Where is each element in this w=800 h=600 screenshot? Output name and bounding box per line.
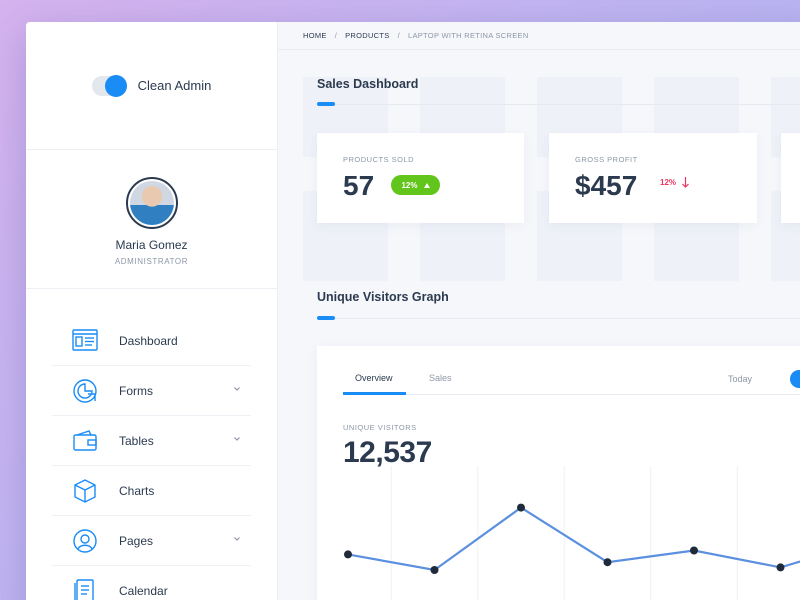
chart-series-line <box>347 506 800 572</box>
visitors-graph-card: Overview Sales Today UNIQUE VISITORS 12,… <box>317 346 800 600</box>
breadcrumb-separator: / <box>334 31 338 40</box>
calendar-icon <box>74 579 94 600</box>
chevron-down-icon[interactable] <box>233 385 241 393</box>
sidebar-item-label: Forms <box>119 383 153 398</box>
section-accent <box>317 316 335 320</box>
breadcrumb-current: LAPTOP WITH RETINA SCREEN <box>407 31 529 40</box>
range-label[interactable]: Today <box>728 374 752 384</box>
user-role: ADMINISTRATOR <box>114 257 189 266</box>
metric-value: 12,537 <box>343 436 432 469</box>
metric-label: UNIQUE VISITORS <box>343 423 417 432</box>
breadcrumb-separator: / <box>397 31 400 40</box>
sidebar-item-forms[interactable]: Forms <box>52 366 251 416</box>
sidebar: Clean Admin Maria Gomez ADMINISTRATOR Da… <box>26 22 278 600</box>
avatar[interactable] <box>125 177 178 229</box>
user-name: Maria Gomez <box>115 238 188 252</box>
change-value: 12% <box>401 180 418 190</box>
sidebar-item-tables[interactable]: Tables <box>52 416 251 466</box>
sidebar-item-label: Charts <box>119 483 155 498</box>
gross-profit-card[interactable]: GROSS PROFIT $457 12% <box>549 133 757 223</box>
breadcrumb-products[interactable]: PRODUCTS <box>345 31 390 40</box>
section-accent <box>317 102 335 106</box>
visitors-line-chart <box>344 466 800 600</box>
section-divider <box>317 104 800 105</box>
brand-name: Clean Admin <box>137 78 212 93</box>
user-profile: Maria Gomez ADMINISTRATOR <box>26 150 277 289</box>
graph-tabs: Overview Sales <box>343 346 800 395</box>
chart-point[interactable] <box>430 566 439 574</box>
chevron-down-icon[interactable] <box>233 435 241 443</box>
stat-label: GROSS PROFIT <box>575 155 638 164</box>
chart-point[interactable] <box>603 558 612 567</box>
charts-icon <box>74 478 96 503</box>
change-badge: 12% <box>391 175 440 195</box>
main-content: HOME / PRODUCTS / LAPTOP WITH RETINA SCR… <box>278 22 800 600</box>
arrow-down-icon <box>682 177 689 188</box>
tables-icon <box>73 429 97 451</box>
tab-overview[interactable]: Overview <box>355 373 393 383</box>
sidebar-item-label: Calendar <box>119 584 168 598</box>
breadcrumb-home[interactable]: HOME <box>303 31 327 40</box>
sidebar-item-label: Pages <box>119 533 154 548</box>
sidebar-item-dashboard[interactable]: Dashboard <box>52 316 251 366</box>
forms-icon <box>73 378 97 403</box>
tab-sales[interactable]: Sales <box>429 373 452 383</box>
stat-card-partial[interactable] <box>781 133 800 223</box>
sidebar-item-label: Tables <box>119 433 154 448</box>
chart-point[interactable] <box>344 550 352 559</box>
section-divider <box>317 318 800 319</box>
change-indicator: 12% <box>660 177 689 188</box>
change-value: 12% <box>660 178 677 187</box>
brand[interactable]: Clean Admin <box>26 22 277 150</box>
chevron-down-icon[interactable] <box>233 535 241 543</box>
breadcrumb: HOME / PRODUCTS / LAPTOP WITH RETINA SCR… <box>278 22 800 50</box>
stat-label: PRODUCTS SOLD <box>343 155 415 164</box>
sidebar-item-calendar[interactable]: Calendar <box>52 566 251 600</box>
sidebar-item-charts[interactable]: Charts <box>52 466 251 516</box>
brand-toggle-icon <box>91 74 127 97</box>
active-tab-indicator <box>343 392 406 395</box>
chart-point[interactable] <box>776 563 785 572</box>
chart-point[interactable] <box>690 546 698 555</box>
visitors-graph-title: Unique Visitors Graph <box>317 290 449 304</box>
chart-point[interactable] <box>517 503 525 512</box>
stat-value: $457 <box>575 170 638 201</box>
dashboard-icon <box>72 328 98 351</box>
sidebar-nav: Dashboard Forms Tables Charts Pages Cale… <box>26 289 277 600</box>
admin-app: Clean Admin Maria Gomez ADMINISTRATOR Da… <box>26 22 800 600</box>
sidebar-item-pages[interactable]: Pages <box>52 516 251 566</box>
caret-up-icon <box>423 182 430 188</box>
products-sold-card[interactable]: PRODUCTS SOLD 57 12% <box>317 133 524 223</box>
sales-dashboard-title: Sales Dashboard <box>317 77 419 91</box>
stat-value: 57 <box>343 170 375 201</box>
pages-icon <box>73 528 97 553</box>
sidebar-item-label: Dashboard <box>119 333 178 348</box>
